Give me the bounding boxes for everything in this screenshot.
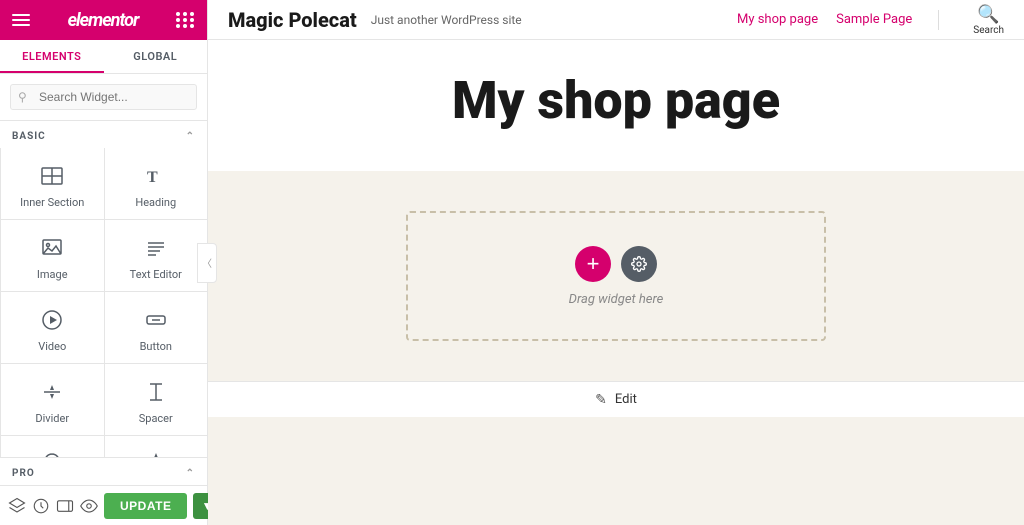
widget-image-label: Image	[37, 268, 68, 281]
widget-spacer-label: Spacer	[139, 412, 173, 425]
layers-icon[interactable]	[8, 492, 26, 520]
main-content: Magic Polecat Just another WordPress sit…	[208, 0, 1024, 525]
widget-icon[interactable]: Icon	[104, 436, 208, 457]
search-label: Search	[973, 25, 1004, 36]
divider-icon	[38, 378, 66, 406]
hamburger-menu-icon[interactable]	[12, 14, 30, 26]
widget-inner-section-label: Inner Section	[20, 196, 84, 209]
widget-button[interactable]: Button	[104, 292, 208, 364]
top-nav-links: My shop page Sample Page 🔍 Search	[737, 4, 1004, 36]
page-body-section: + Drag widget here	[208, 171, 1024, 381]
image-icon	[38, 234, 66, 262]
spacer-icon	[142, 378, 170, 406]
page-header-section: My shop page	[208, 40, 1024, 171]
page-heading: My shop page	[248, 70, 984, 131]
tab-elements[interactable]: ELEMENTS	[0, 40, 104, 73]
drop-zone[interactable]: + Drag widget here	[406, 211, 826, 341]
edit-icon: ✎	[595, 392, 607, 408]
sidebar: elementor ELEMENTS GLOBAL ⚲ BASIC ⌃ Inne…	[0, 0, 208, 525]
basic-section-header: BASIC ⌃	[0, 121, 207, 148]
eye-icon[interactable]	[80, 492, 98, 520]
sidebar-tabs: ELEMENTS GLOBAL	[0, 40, 207, 74]
pro-section-label: PRO	[12, 468, 35, 479]
update-button[interactable]: UPDATE	[104, 493, 187, 519]
add-widget-button[interactable]: +	[575, 246, 611, 282]
elementor-logo: elementor	[68, 10, 139, 31]
site-tagline: Just another WordPress site	[371, 13, 522, 27]
section-settings-button[interactable]	[621, 246, 657, 282]
basic-section-collapse-icon[interactable]: ⌃	[186, 131, 195, 142]
widget-grid: Inner Section T Heading Image Text Edito…	[0, 148, 207, 457]
search-icon: 🔍	[977, 4, 999, 25]
text-editor-icon	[142, 234, 170, 262]
widget-button-label: Button	[140, 340, 172, 353]
widget-text-editor-label: Text Editor	[130, 268, 182, 281]
sidebar-header: elementor	[0, 0, 207, 40]
widget-divider-label: Divider	[35, 412, 69, 425]
svg-text:T: T	[147, 169, 158, 186]
widget-video-label: Video	[38, 340, 66, 353]
widget-search-container: ⚲	[0, 74, 207, 121]
inner-section-icon	[38, 162, 66, 190]
heading-icon: T	[142, 162, 170, 190]
widget-divider[interactable]: Divider	[0, 364, 104, 436]
drop-zone-label: Drag widget here	[569, 292, 664, 307]
sidebar-bottom-bar: UPDATE ▼	[0, 485, 207, 525]
edit-label: Edit	[615, 392, 637, 407]
nav-link-shop[interactable]: My shop page	[737, 12, 818, 27]
widget-spacer[interactable]: Spacer	[104, 364, 208, 436]
widget-heading-label: Heading	[135, 196, 176, 209]
widget-video[interactable]: Video	[0, 292, 104, 364]
pro-section-collapse-icon[interactable]: ⌃	[186, 468, 195, 479]
video-icon	[38, 306, 66, 334]
widget-heading[interactable]: T Heading	[104, 148, 208, 220]
nav-divider	[938, 10, 939, 30]
tab-global[interactable]: GLOBAL	[104, 40, 208, 73]
sidebar-collapse-handle[interactable]: 〈	[197, 243, 217, 283]
search-icon: ⚲	[18, 90, 27, 104]
widget-inner-section[interactable]: Inner Section	[0, 148, 104, 220]
apps-grid-icon[interactable]	[176, 12, 195, 28]
nav-link-sample[interactable]: Sample Page	[836, 12, 912, 27]
widget-image[interactable]: Image	[0, 220, 104, 292]
basic-section-label: BASIC	[12, 131, 46, 142]
google-maps-icon	[38, 450, 66, 457]
site-brand: Magic Polecat	[228, 8, 357, 32]
button-icon	[142, 306, 170, 334]
drop-zone-buttons: +	[575, 246, 657, 282]
edit-bar[interactable]: ✎ Edit	[208, 381, 1024, 417]
pro-section-header: PRO ⌃	[0, 457, 207, 485]
widget-text-editor[interactable]: Text Editor	[104, 220, 208, 292]
top-nav-search-button[interactable]: 🔍 Search	[973, 4, 1004, 36]
top-nav: Magic Polecat Just another WordPress sit…	[208, 0, 1024, 40]
widget-search-input[interactable]	[10, 84, 197, 110]
icon-widget-icon	[142, 450, 170, 457]
history-icon[interactable]	[32, 492, 50, 520]
responsive-icon[interactable]	[56, 492, 74, 520]
widget-google-maps[interactable]: Google Maps	[0, 436, 104, 457]
page-canvas: My shop page + Drag widget here ✎ Edit	[208, 40, 1024, 525]
